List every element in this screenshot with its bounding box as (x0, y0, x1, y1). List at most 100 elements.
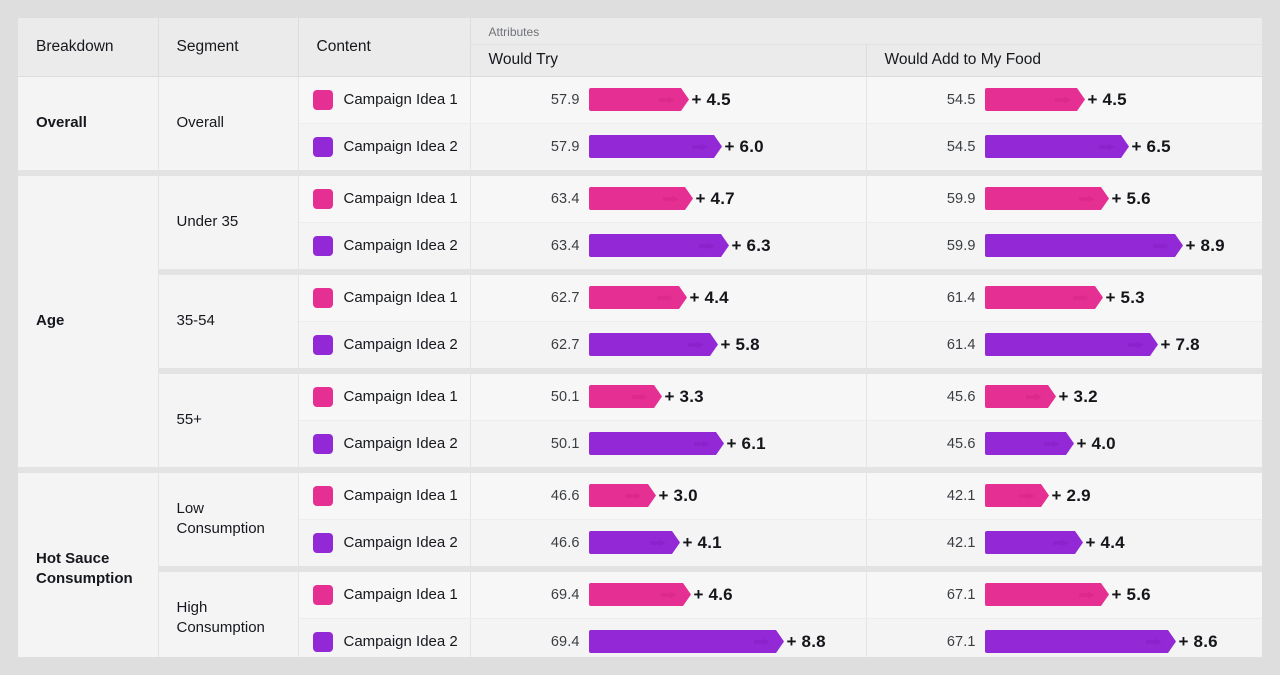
bar-chevron-icon (687, 341, 704, 348)
delta-value: + 8.9 (1185, 235, 1225, 255)
bar-chevron-icon (753, 638, 770, 645)
legend-swatch-icon (312, 532, 333, 553)
cell-would-add-to-my-food: 61.4 + 7.8 (866, 321, 1262, 371)
cell-content: Campaign Idea 2 (298, 123, 471, 173)
legend-swatch-icon (312, 89, 333, 110)
header-row-top: Breakdown Segment Content Attributes (18, 18, 1262, 77)
legend-swatch-icon (312, 136, 333, 157)
base-value: 61.4 (946, 289, 976, 306)
cell-would-add-to-my-food: 42.1 + 2.9 (866, 466, 1262, 520)
legend-swatch-icon (312, 188, 333, 209)
content-label: Campaign Idea 1 (343, 190, 458, 207)
cell-content: Campaign Idea 2 (298, 222, 471, 272)
delta-bar (588, 88, 689, 111)
cell-would-try: 63.4 + 6.3 (470, 222, 867, 272)
delta-value: + 6.3 (731, 235, 771, 255)
cell-breakdown: Overall (18, 76, 159, 173)
content-label: Campaign Idea 2 (343, 237, 458, 254)
base-value: 45.6 (946, 435, 976, 452)
delta-bar (984, 583, 1109, 606)
cell-content: Campaign Idea 1 (298, 367, 471, 421)
base-value: 67.1 (946, 586, 976, 603)
bar-chevron-icon (649, 539, 666, 546)
cell-would-try: 46.6 + 4.1 (470, 519, 867, 569)
table-row: 55+ Campaign Idea 1 50.1 + 3.3 45.6 + 3.2 (18, 367, 1262, 470)
delta-bar (588, 385, 662, 408)
base-value: 45.6 (946, 388, 976, 405)
cell-would-try: 50.1 + 3.3 (470, 367, 867, 421)
matrix-table: Breakdown Segment Content Attributes Wou… (18, 18, 1262, 657)
table-body: Overall Overall Campaign Idea 1 57.9 + 4.5 54… (18, 76, 1262, 657)
delta-bar (588, 583, 691, 606)
legend-swatch-icon (312, 631, 333, 652)
delta-bar (984, 135, 1129, 158)
cell-would-try: 46.6 + 3.0 (470, 466, 867, 520)
base-value: 57.9 (550, 138, 580, 155)
cell-would-add-to-my-food: 67.1 + 5.6 (866, 565, 1262, 619)
page-root: Breakdown Segment Content Attributes Wou… (0, 0, 1280, 675)
cell-segment: Low Consumption (158, 466, 299, 569)
column-header-would-try[interactable]: Would Try (470, 44, 867, 77)
bar-chevron-icon (1152, 242, 1169, 249)
column-header-segment[interactable]: Segment (158, 18, 299, 77)
content-label: Campaign Idea 2 (343, 138, 458, 155)
base-value: 46.6 (550, 487, 580, 504)
legend-swatch-icon (312, 334, 333, 355)
delta-value: + 8.8 (786, 631, 826, 651)
cell-would-add-to-my-food: 54.5 + 4.5 (866, 76, 1262, 124)
cell-content: Campaign Idea 2 (298, 420, 471, 470)
legend-swatch-icon (312, 584, 333, 605)
legend-swatch-icon (312, 287, 333, 308)
bar-chevron-icon (662, 195, 679, 202)
bar-chevron-icon (1072, 294, 1089, 301)
bar-chevron-icon (1043, 440, 1060, 447)
column-header-content[interactable]: Content (298, 18, 471, 77)
cell-would-try: 62.7 + 4.4 (470, 268, 867, 322)
base-value: 63.4 (550, 237, 580, 254)
bar-chevron-icon (693, 440, 710, 447)
delta-value: + 4.5 (1087, 89, 1127, 109)
cell-content: Campaign Idea 2 (298, 618, 471, 657)
delta-bar (588, 484, 656, 507)
delta-bar (984, 432, 1074, 455)
cell-would-add-to-my-food: 61.4 + 5.3 (866, 268, 1262, 322)
table-row: High Consumption Campaign Idea 1 69.4 + 4.6… (18, 565, 1262, 657)
base-value: 63.4 (550, 190, 580, 207)
attributes-matrix-table: Breakdown Segment Content Attributes Wou… (18, 18, 1262, 657)
cell-segment: Overall (158, 76, 299, 173)
cell-would-try: 50.1 + 6.1 (470, 420, 867, 470)
content-label: Campaign Idea 2 (343, 336, 458, 353)
content-label: Campaign Idea 1 (343, 388, 458, 405)
bar-chevron-icon (1145, 638, 1162, 645)
content-label: Campaign Idea 1 (343, 487, 458, 504)
delta-value: + 4.6 (693, 584, 733, 604)
cell-would-add-to-my-food: 45.6 + 4.0 (866, 420, 1262, 470)
delta-value: + 6.0 (724, 136, 764, 156)
column-header-would-add-to-my-food[interactable]: Would Add to My Food (866, 44, 1262, 77)
delta-value: + 3.2 (1058, 386, 1098, 406)
delta-value: + 4.4 (1085, 532, 1125, 552)
base-value: 46.6 (550, 534, 580, 551)
bar-chevron-icon (698, 242, 715, 249)
delta-value: + 5.8 (720, 334, 760, 354)
cell-would-try: 57.9 + 4.5 (470, 76, 867, 124)
base-value: 57.9 (550, 91, 580, 108)
cell-content: Campaign Idea 2 (298, 519, 471, 569)
base-value: 54.5 (946, 138, 976, 155)
cell-would-add-to-my-food: 42.1 + 4.4 (866, 519, 1262, 569)
cell-would-add-to-my-food: 59.9 + 5.6 (866, 169, 1262, 223)
bar-chevron-icon (1018, 492, 1035, 499)
delta-value: + 5.6 (1111, 188, 1151, 208)
delta-value: + 4.7 (695, 188, 735, 208)
cell-would-try: 69.4 + 4.6 (470, 565, 867, 619)
bar-chevron-icon (658, 96, 675, 103)
delta-bar (588, 135, 722, 158)
delta-bar (588, 531, 680, 554)
content-label: Campaign Idea 2 (343, 633, 458, 650)
cell-would-add-to-my-food: 54.5 + 6.5 (866, 123, 1262, 173)
delta-value: + 3.3 (664, 386, 704, 406)
base-value: 69.4 (550, 586, 580, 603)
column-header-breakdown[interactable]: Breakdown (18, 18, 159, 77)
cell-segment: Under 35 (158, 169, 299, 272)
cell-content: Campaign Idea 1 (298, 268, 471, 322)
